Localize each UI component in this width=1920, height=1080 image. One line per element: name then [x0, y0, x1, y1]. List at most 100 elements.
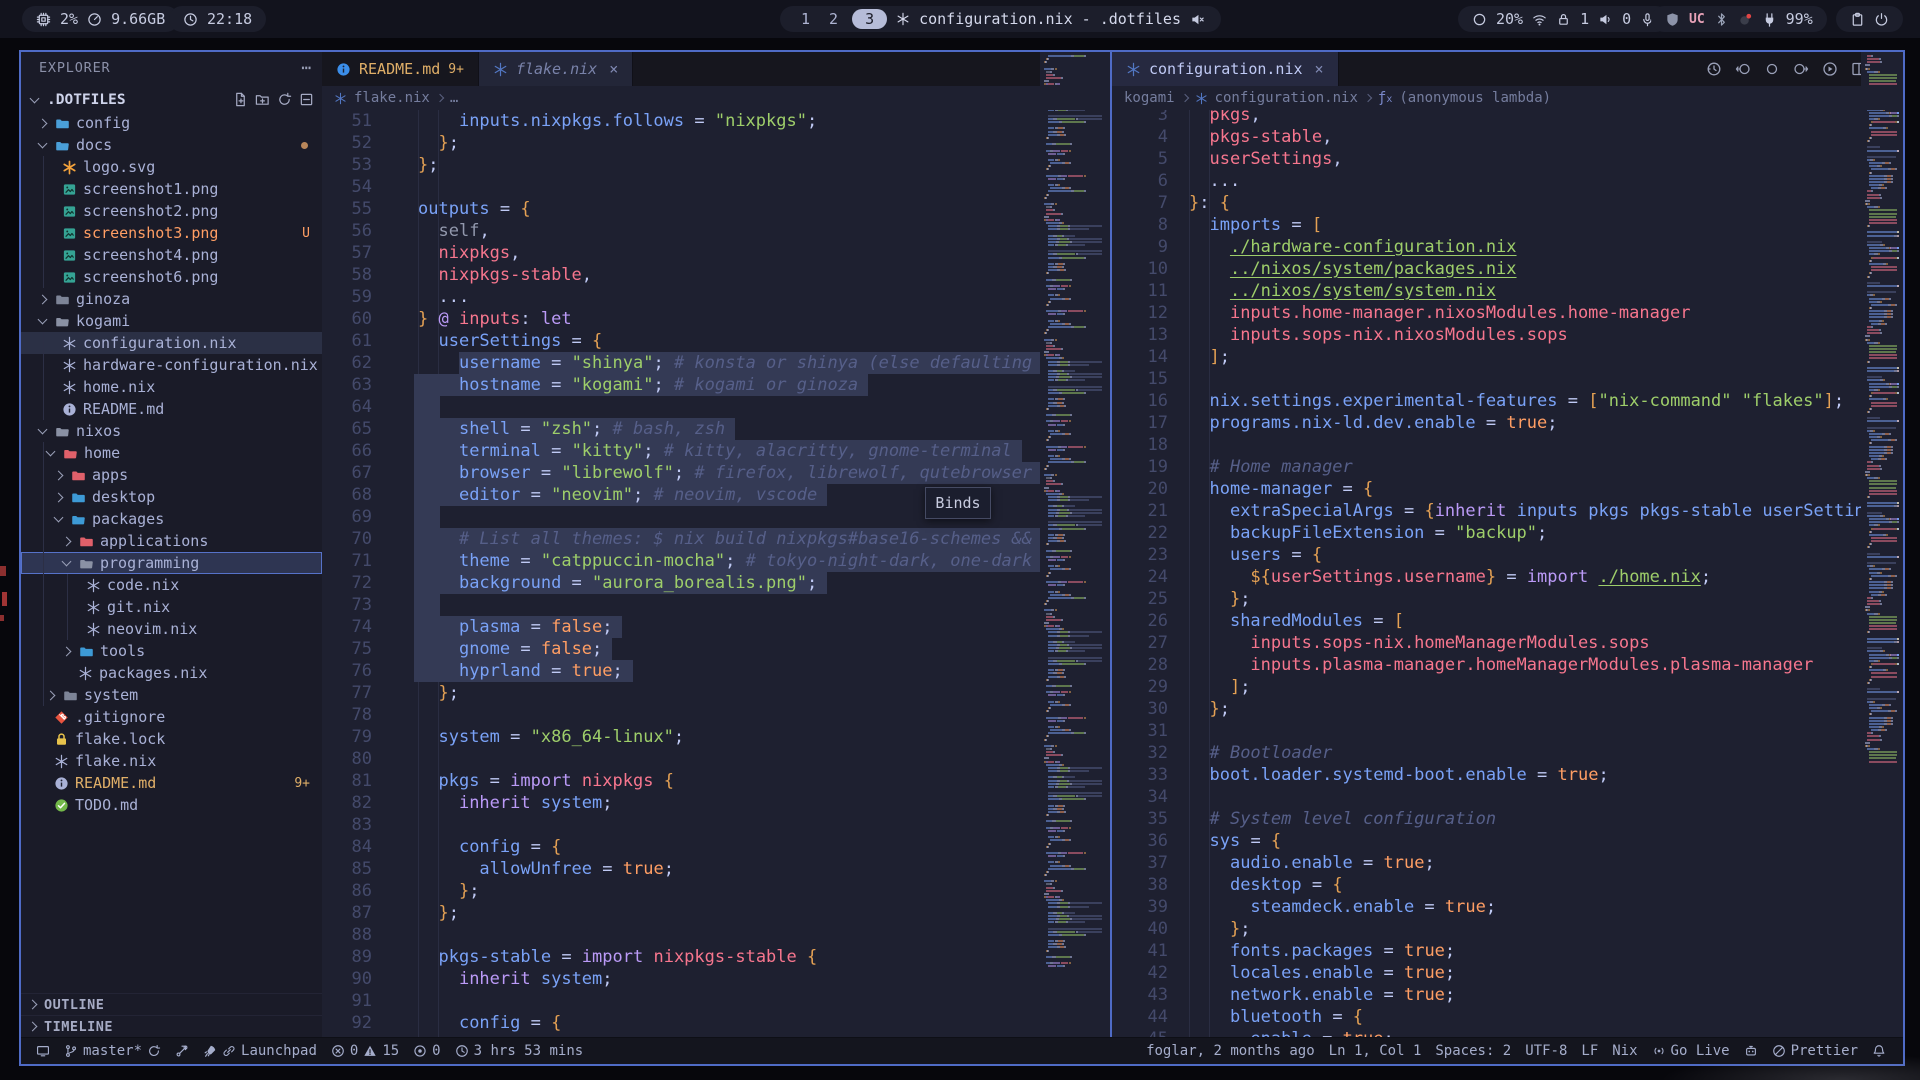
- tree-item-kogami[interactable]: kogami: [21, 310, 322, 332]
- workspace-3-active[interactable]: 3: [852, 9, 887, 29]
- tree-item-flake.nix[interactable]: flake.nix: [21, 750, 322, 772]
- tab-flake[interactable]: flake.nix ×: [479, 52, 633, 86]
- code-line-66[interactable]: 66 terminal = "kitty"; # kitty, alacritt…: [322, 440, 1112, 462]
- code-line-71[interactable]: 71 theme = "catppuccin-mocha"; # tokyo-n…: [322, 550, 1112, 572]
- code-line-29[interactable]: 29 ];: [1112, 676, 1903, 698]
- code-line-27[interactable]: 27 inputs.sops-nix.homeManagerModules.so…: [1112, 632, 1903, 654]
- tree-item-todo.md[interactable]: TODO.md: [21, 794, 322, 816]
- tree-item-packages.nix[interactable]: packages.nix: [21, 662, 322, 684]
- git-graph-item[interactable]: [168, 1044, 196, 1058]
- code-line-79[interactable]: 79 system = "x86_64-linux";: [322, 726, 1112, 748]
- code-line-91[interactable]: 91: [322, 990, 1112, 1012]
- code-line-8[interactable]: 8 imports = [: [1112, 214, 1903, 236]
- breadcrumb-symbol[interactable]: (anonymous lambda): [1399, 90, 1551, 106]
- tree-item-applications[interactable]: applications: [21, 530, 322, 552]
- tree-item-screenshot1.png[interactable]: screenshot1.png: [21, 178, 322, 200]
- code-line-13[interactable]: 13 inputs.sops-nix.nixosModules.sops: [1112, 324, 1903, 346]
- code-line-33[interactable]: 33 boot.loader.systemd-boot.enable = tru…: [1112, 764, 1903, 786]
- code-line-87[interactable]: 87 };: [322, 902, 1112, 924]
- code-line-73[interactable]: 73: [322, 594, 1112, 616]
- code-line-22[interactable]: 22 backupFileExtension = "backup";: [1112, 522, 1903, 544]
- tree-item-home.nix[interactable]: home.nix: [21, 376, 322, 398]
- tree-item-readme.md[interactable]: README.md9+: [21, 772, 322, 794]
- code-line-72[interactable]: 72 background = "aurora_borealis.png";: [322, 572, 1112, 594]
- code-line-76[interactable]: 76 hyprland = true;: [322, 660, 1112, 682]
- workspace-1[interactable]: 1: [796, 10, 815, 28]
- refresh-explorer-button[interactable]: [277, 92, 292, 107]
- tree-item-desktop[interactable]: desktop: [21, 486, 322, 508]
- shield-tray-icon[interactable]: [1665, 12, 1680, 27]
- tree-item-apps[interactable]: apps: [21, 464, 322, 486]
- git-blame-item[interactable]: foglar, 2 months ago: [1139, 1043, 1322, 1059]
- git-branch-item[interactable]: master*: [57, 1043, 168, 1059]
- notifications-item[interactable]: [1865, 1044, 1893, 1058]
- code-line-70[interactable]: 70 # List all themes: $ nix build nixpkg…: [322, 528, 1112, 550]
- code-line-44[interactable]: 44 bluetooth = {: [1112, 1006, 1903, 1028]
- code-line-69[interactable]: 69: [322, 506, 1112, 528]
- code-line-90[interactable]: 90 inherit system;: [322, 968, 1112, 990]
- code-line-31[interactable]: 31: [1112, 720, 1903, 742]
- code-editor-configuration[interactable]: 3 pkgs,4 pkgs-stable,5 userSettings,6 ..…: [1112, 110, 1903, 1038]
- code-editor-flake[interactable]: 51 inputs.nixpkgs.follows = "nixpkgs";52…: [322, 110, 1112, 1038]
- speaker-icon[interactable]: [1598, 12, 1613, 27]
- code-line-12[interactable]: 12 inputs.home-manager.nixosModules.home…: [1112, 302, 1903, 324]
- time-tracker-item[interactable]: 3 hrs 53 mins: [448, 1043, 591, 1059]
- code-line-4[interactable]: 4 pkgs-stable,: [1112, 126, 1903, 148]
- code-line-34[interactable]: 34: [1112, 786, 1903, 808]
- tree-item-docs[interactable]: docs: [21, 134, 322, 156]
- code-line-59[interactable]: 59 ...: [322, 286, 1112, 308]
- code-line-42[interactable]: 42 locales.enable = true;: [1112, 962, 1903, 984]
- cursor-position-item[interactable]: Ln 1, Col 1: [1322, 1043, 1429, 1059]
- launchpad-item[interactable]: Launchpad: [196, 1043, 324, 1059]
- code-line-54[interactable]: 54: [322, 176, 1112, 198]
- workspace-2[interactable]: 2: [824, 10, 843, 28]
- uc-tray-icon[interactable]: UC: [1689, 12, 1705, 27]
- tree-item-screenshot2.png[interactable]: screenshot2.png: [21, 200, 322, 222]
- code-line-35[interactable]: 35 # System level configuration: [1112, 808, 1903, 830]
- breadcrumb-tail[interactable]: …: [450, 90, 458, 106]
- code-line-3[interactable]: 3 pkgs,: [1112, 110, 1903, 126]
- tree-item-logo.svg[interactable]: logo.svg: [21, 156, 322, 178]
- code-line-88[interactable]: 88: [322, 924, 1112, 946]
- tree-item-flake.lock[interactable]: flake.lock: [21, 728, 322, 750]
- tree-item-.gitignore[interactable]: .gitignore: [21, 706, 322, 728]
- code-line-28[interactable]: 28 inputs.plasma-manager.homeManagerModu…: [1112, 654, 1903, 676]
- code-line-57[interactable]: 57 nixpkgs,: [322, 242, 1112, 264]
- power-icon[interactable]: [1874, 12, 1889, 27]
- tree-item-home[interactable]: home: [21, 442, 322, 464]
- notification-tray-icon[interactable]: [1738, 12, 1753, 27]
- volume-knob-icon[interactable]: [1472, 12, 1487, 27]
- editor-group-separator[interactable]: [1110, 52, 1112, 1038]
- bluetooth-icon[interactable]: [1714, 12, 1729, 27]
- breadcrumb-folder[interactable]: kogami: [1124, 90, 1175, 106]
- code-line-17[interactable]: 17 programs.nix-ld.dev.enable = true;: [1112, 412, 1903, 434]
- code-line-63[interactable]: 63 hostname = "kogami"; # kogami or gino…: [322, 374, 1112, 396]
- code-line-68[interactable]: 68 editor = "neovim"; # neovim, vscode: [322, 484, 1112, 506]
- indentation-item[interactable]: Spaces: 2: [1428, 1043, 1518, 1059]
- tree-item-tools[interactable]: tools: [21, 640, 322, 662]
- outline-section[interactable]: OUTLINE: [21, 993, 322, 1015]
- run-file-icon[interactable]: [1822, 61, 1838, 77]
- code-line-83[interactable]: 83: [322, 814, 1112, 836]
- formatter-item[interactable]: Prettier: [1765, 1043, 1865, 1059]
- code-line-89[interactable]: 89 pkgs-stable = import nixpkgs-stable {: [322, 946, 1112, 968]
- code-line-19[interactable]: 19 # Home manager: [1112, 456, 1903, 478]
- code-line-84[interactable]: 84 config = {: [322, 836, 1112, 858]
- code-line-7[interactable]: 7}: {: [1112, 192, 1903, 214]
- tree-item-configuration.nix[interactable]: configuration.nix: [21, 332, 322, 354]
- code-line-9[interactable]: 9 ./hardware-configuration.nix: [1112, 236, 1903, 258]
- code-line-74[interactable]: 74 plasma = false;: [322, 616, 1112, 638]
- minimap[interactable]: [1861, 52, 1903, 1038]
- code-line-62[interactable]: 62 username = "shinya"; # konsta or shin…: [322, 352, 1112, 374]
- code-line-86[interactable]: 86 };: [322, 880, 1112, 902]
- code-line-75[interactable]: 75 gnome = false;: [322, 638, 1112, 660]
- code-line-21[interactable]: 21 extraSpecialArgs = {inherit inputs pk…: [1112, 500, 1903, 522]
- tree-item-packages[interactable]: packages: [21, 508, 322, 530]
- audio-muted-icon[interactable]: [1190, 12, 1205, 27]
- timeline-icon[interactable]: [1706, 61, 1722, 77]
- code-line-58[interactable]: 58 nixpkgs-stable,: [322, 264, 1112, 286]
- tree-item-screenshot4.png[interactable]: screenshot4.png: [21, 244, 322, 266]
- code-line-78[interactable]: 78: [322, 704, 1112, 726]
- wifi-icon[interactable]: [1532, 12, 1547, 27]
- code-line-60[interactable]: 60} @ inputs: let: [322, 308, 1112, 330]
